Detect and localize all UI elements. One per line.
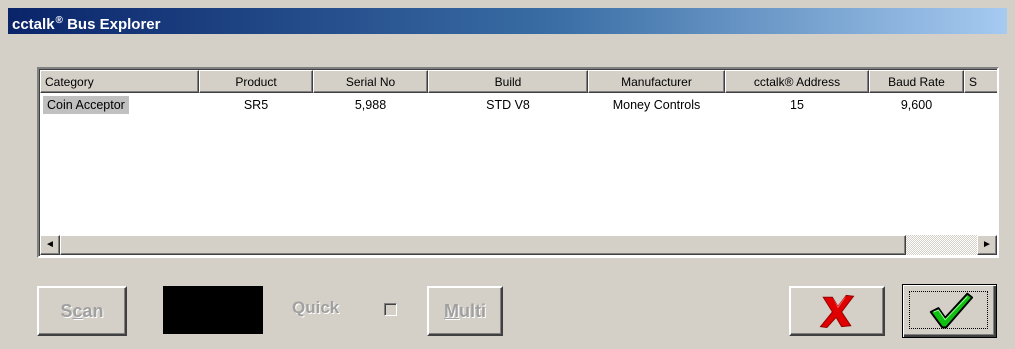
multi-label-rest: ulti — [459, 301, 486, 321]
cell-baud-rate: 9,600 — [900, 98, 933, 112]
multi-button[interactable]: Multi — [427, 286, 503, 336]
column-header-cctalk-address[interactable]: cctalk® Address — [725, 70, 869, 93]
scroll-left-icon[interactable]: ◄ — [40, 235, 60, 255]
column-header-serial-no[interactable]: Serial No — [313, 70, 428, 93]
scroll-right-icon[interactable]: ► — [977, 235, 997, 255]
registered-mark: ® — [55, 15, 63, 26]
red-x-icon — [819, 294, 855, 329]
quick-checkbox[interactable] — [384, 303, 397, 316]
column-header-baud-rate[interactable]: Baud Rate — [869, 70, 964, 93]
scan-label-accel: c — [72, 301, 83, 321]
multi-label-accel: M — [444, 301, 459, 321]
title-bar[interactable]: cctalk® Bus Explorer — [8, 8, 1007, 34]
scan-status-display — [163, 286, 263, 334]
cell-product: SR5 — [243, 98, 269, 112]
table-row[interactable]: Coin Acceptor SR5 5,988 STD V8 Money Con… — [40, 96, 997, 114]
green-check-icon — [929, 292, 974, 329]
scan-label-rest: an — [82, 301, 104, 321]
cell-build: STD V8 — [486, 98, 530, 112]
column-header-s[interactable]: S — [964, 70, 997, 93]
column-header-category[interactable]: Category — [40, 70, 199, 93]
column-header-build[interactable]: Build — [428, 70, 588, 93]
ok-button[interactable] — [902, 284, 997, 338]
scan-button[interactable]: Scan — [37, 286, 127, 336]
column-header-manufacturer[interactable]: Manufacturer — [588, 70, 725, 93]
window-title: cctalk — [12, 16, 55, 33]
cell-cctalk-address: 15 — [790, 98, 804, 112]
scroll-track[interactable] — [906, 235, 977, 255]
column-header-product[interactable]: Product — [199, 70, 313, 93]
cell-category: Coin Acceptor — [43, 96, 129, 114]
scroll-thumb[interactable] — [60, 235, 906, 255]
device-list[interactable]: Category Product Serial No Build Manufac… — [37, 67, 999, 258]
horizontal-scrollbar[interactable]: ◄ ► — [40, 235, 997, 255]
bus-explorer-window: cctalk® Bus Explorer Category Product Se… — [0, 0, 1015, 349]
scan-label-s: S — [60, 301, 73, 321]
list-header: Category Product Serial No Build Manufac… — [40, 70, 997, 95]
window-title-rest: Bus Explorer — [67, 16, 161, 33]
cell-manufacturer: Money Controls — [612, 98, 701, 112]
cell-serial-no: 5,988 — [354, 98, 387, 112]
quick-label: Quick — [292, 298, 340, 317]
cancel-button[interactable] — [789, 286, 885, 336]
